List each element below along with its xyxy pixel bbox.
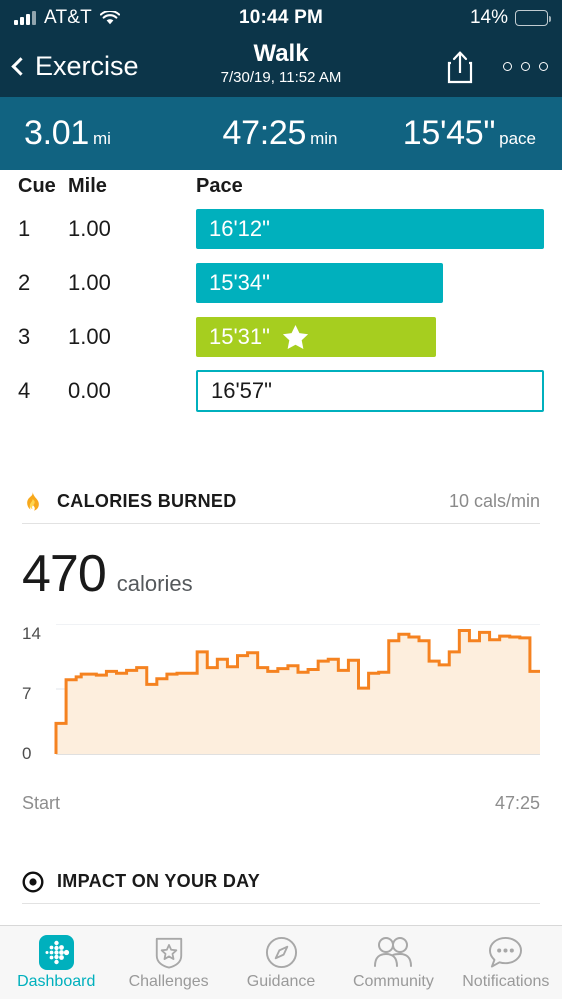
stat-duration-unit: min — [310, 129, 338, 148]
tab-notifications-label: Notifications — [462, 973, 550, 990]
pace-row-cue: 3 — [18, 324, 31, 349]
pace-table-row: 3 1.00 15'31" — [18, 310, 544, 364]
calories-section-header: CALORIES BURNED 10 cals/min — [22, 480, 540, 524]
target-icon — [22, 870, 46, 893]
x-label-end: 47:25 — [494, 793, 540, 813]
status-bar: AT&T 10:44 PM 14% — [0, 0, 562, 36]
calories-chart-axis-labels: Start 47:25 — [22, 791, 540, 814]
calories-chart-svg — [54, 624, 540, 755]
status-bar-right: 14% — [469, 7, 552, 29]
pace-bar: 16'57" — [196, 370, 544, 412]
pace-table-body: 1 1.00 16'12" 2 1.00 15'34" 3 1.00 15'31" 4 0.00 16… — [18, 202, 544, 418]
pace-row-bar-cell: 15'31" — [196, 317, 544, 357]
stat-distance: 3.01 mi — [0, 114, 195, 153]
pace-row-cue: 4 — [18, 378, 31, 403]
tab-guidance-label: Guidance — [246, 973, 316, 990]
pace-bar: 16'12" — [196, 209, 544, 249]
carrier-label: AT&T — [44, 7, 92, 28]
shield-star-icon — [153, 934, 185, 970]
tab-challenges[interactable]: Challenges — [112, 934, 224, 991]
pace-table-row: 2 1.00 15'34" — [18, 256, 544, 310]
calories-rate-label: 10 cals/min — [448, 491, 540, 511]
scroll-content[interactable]: Cue Mile Pace 1 1.00 16'12" 2 1.00 15'34" 3 1.0… — [0, 170, 562, 984]
pace-bar-label: 15'34" — [209, 270, 270, 295]
pace-row-bar-cell: 16'12" — [196, 209, 544, 249]
pace-table-row: 1 1.00 16'12" — [18, 202, 544, 256]
more-options-icon[interactable] — [503, 62, 548, 71]
tab-bar: Dashboard Challenges Guidance Community … — [0, 925, 562, 999]
x-label-start: Start — [22, 793, 61, 813]
fitbit-dots-icon — [38, 934, 74, 970]
exercise-detail-screen: AT&T 10:44 PM 14% Exercise Walk 7/30/19,… — [0, 0, 562, 999]
impact-section-header: IMPACT ON YOUR DAY — [22, 860, 540, 904]
chevron-left-icon — [11, 56, 30, 76]
star-icon — [282, 324, 309, 350]
stat-duration-value: 47:25 — [222, 114, 307, 152]
summary-stats-bar: 3.01 mi 47:25 min 15'45" pace — [0, 97, 562, 170]
chart-area-fill — [56, 630, 540, 754]
flame-icon — [22, 490, 46, 513]
pace-table-header: Cue Mile Pace — [18, 170, 544, 202]
tab-guidance[interactable]: Guidance — [225, 934, 337, 991]
signal-bars-icon — [14, 11, 36, 25]
tab-dashboard[interactable]: Dashboard — [0, 934, 112, 991]
column-header-pace: Pace — [196, 174, 243, 197]
pace-bar-label: 16'57" — [211, 378, 272, 403]
pace-bar: 15'34" — [196, 263, 444, 303]
pace-table-row: 4 0.00 16'57" — [18, 364, 544, 418]
stat-pace: 15'45" pace — [365, 114, 562, 153]
status-bar-left: AT&T — [14, 7, 121, 29]
pace-row-mile: 1.00 — [68, 270, 111, 295]
stat-pace-unit: pace — [499, 129, 537, 148]
back-button-label: Exercise — [35, 51, 139, 81]
compass-icon — [265, 934, 298, 970]
pace-row-mile: 0.00 — [68, 378, 111, 403]
tab-community[interactable]: Community — [337, 934, 449, 991]
nav-actions — [445, 50, 548, 84]
pace-table: Cue Mile Pace 1 1.00 16'12" 2 1.00 15'34" 3 1.0… — [0, 170, 562, 418]
battery-percent-label: 14% — [469, 7, 508, 28]
chat-bubble-icon — [488, 934, 523, 970]
tab-community-label: Community — [352, 973, 434, 990]
pace-row-cue: 2 — [18, 270, 31, 295]
calories-chart: 14 7 0 — [22, 616, 540, 791]
impact-section-title: IMPACT ON YOUR DAY — [57, 871, 261, 891]
navigation-bar: Exercise Walk 7/30/19, 11:52 AM — [0, 36, 562, 97]
pace-row-bar-cell: 16'57" — [196, 370, 544, 412]
calories-total-label: calories — [116, 571, 193, 596]
tab-notifications[interactable]: Notifications — [450, 934, 562, 991]
people-icon — [373, 934, 413, 970]
calories-section-title: CALORIES BURNED — [57, 491, 237, 511]
pace-row-cue: 1 — [18, 216, 31, 241]
stat-pace-value: 15'45" — [402, 114, 496, 152]
stat-distance-value: 3.01 — [24, 114, 89, 152]
pace-bar-label: 15'31" — [209, 324, 270, 349]
pace-row-mile: 1.00 — [68, 324, 111, 349]
pace-row-bar-cell: 15'34" — [196, 263, 544, 303]
pace-row-mile: 1.00 — [68, 216, 111, 241]
column-header-mile: Mile — [68, 174, 107, 197]
stat-distance-unit: mi — [92, 129, 111, 148]
back-button[interactable]: Exercise — [11, 51, 139, 82]
stat-duration: 47:25 min — [195, 114, 366, 153]
tab-challenges-label: Challenges — [128, 973, 209, 990]
calories-total: 470 calories — [22, 524, 540, 610]
battery-icon — [515, 10, 552, 26]
pace-bar-label: 16'12" — [209, 216, 270, 241]
column-header-cue: Cue — [18, 174, 56, 197]
calories-section: CALORIES BURNED 10 cals/min 470 calories… — [0, 480, 562, 814]
tab-dashboard-label: Dashboard — [17, 973, 96, 990]
share-icon[interactable] — [445, 50, 475, 84]
calories-total-value: 470 — [22, 545, 107, 603]
pace-bar: 15'31" — [196, 317, 437, 357]
wifi-icon — [99, 9, 121, 26]
